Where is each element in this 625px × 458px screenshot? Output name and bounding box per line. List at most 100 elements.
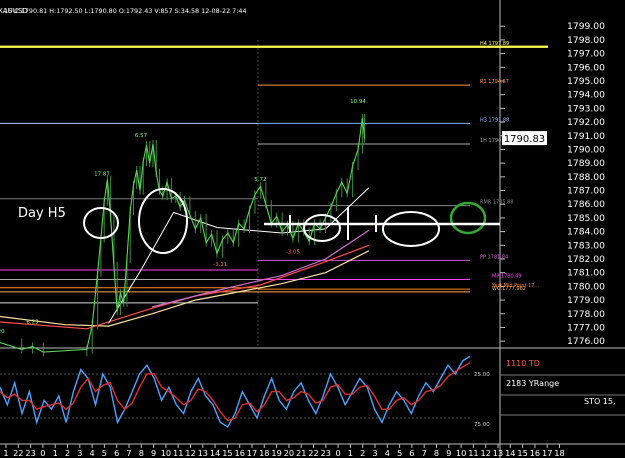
oscillator-level-75: 75.00 — [474, 422, 490, 428]
time-tick-label: 7 — [422, 448, 427, 458]
time-tick-label: 22 — [13, 448, 23, 458]
time-tick-label: 19 — [271, 448, 281, 458]
time-tick-label: 2 — [65, 448, 70, 458]
time-tick-label: 4 — [385, 448, 390, 458]
time-tick-label: 6 — [409, 448, 414, 458]
price-tick-label: 1779.00 — [567, 295, 605, 306]
time-tick-label: 3 — [77, 448, 82, 458]
time-tick-label: 23 — [25, 448, 35, 458]
price-tick-label: 1792.00 — [567, 117, 605, 128]
oscillator-label-td: 1110 TD — [506, 359, 540, 368]
time-tick-label: 18 — [554, 448, 564, 458]
time-tick-label: 22 — [308, 448, 318, 458]
price-swing-label: -3.11 — [213, 262, 227, 268]
price-swing-label: -3.05 — [286, 250, 301, 256]
moving-average-red — [0, 244, 370, 330]
time-tick-label: 20 — [284, 448, 294, 458]
time-tick-label: 8 — [139, 448, 144, 458]
time-tick-label: 9 — [151, 448, 156, 458]
pivot-level-label: RMR 1785.88 — [480, 200, 514, 206]
price-tick-label: 1798.00 — [567, 35, 605, 46]
time-tick-label: 1 — [3, 448, 8, 458]
time-tick-label: 16 — [530, 448, 540, 458]
price-tick-label: 1797.00 — [567, 49, 605, 60]
time-tick-label: 15 — [517, 448, 527, 458]
time-tick-label: 6 — [114, 448, 119, 458]
price-tick-label: 1787.00 — [567, 186, 605, 197]
time-tick-label: 14 — [505, 448, 515, 458]
pivot-level-label: PP 1781.84 — [480, 254, 508, 260]
time-tick-label: 4 — [89, 448, 94, 458]
time-tick-label: 18 — [259, 448, 269, 458]
time-tick-label: 14 — [210, 448, 220, 458]
price-swing-label: 6.57 — [135, 133, 148, 139]
time-tick-label: 23 — [321, 448, 331, 458]
price-tick-label: 1794.00 — [567, 90, 605, 101]
price-tick-label: 1783.00 — [567, 240, 605, 251]
time-tick-label: 5 — [102, 448, 107, 458]
price-tick-label: 1796.00 — [567, 62, 605, 73]
time-tick-label: 1 — [348, 448, 353, 458]
price-tick-label: 1791.00 — [567, 131, 605, 142]
annotation-circle-green — [449, 201, 487, 235]
time-tick-label: 7 — [126, 448, 131, 458]
price-tick-label: 1776.00 — [567, 336, 605, 347]
price-tick-label: 1789.00 — [567, 158, 605, 169]
time-tick-label: 16 — [234, 448, 244, 458]
annotation-layer — [83, 188, 500, 254]
time-tick-label: 11 — [468, 448, 478, 458]
time-tick-label: 0 — [40, 448, 45, 458]
price-tick-label: 1778.00 — [567, 309, 605, 320]
price-tick-label: 1788.00 — [567, 172, 605, 183]
price-tick-label: 1795.00 — [567, 76, 605, 87]
price-swing-label: 6.23 — [26, 319, 39, 325]
header-readout: 15 C:1790.81 H:1792.50 L:1790.80 O:1792.… — [4, 7, 247, 15]
price-swing-label: 10.94 — [350, 99, 366, 105]
time-tick-label: 17 — [542, 448, 552, 458]
time-tick-label: 10 — [456, 448, 466, 458]
time-tick-label: 17 — [247, 448, 257, 458]
annotation-day-h5: Day H5 — [18, 206, 66, 221]
price-swing-label: 17.87 — [94, 171, 110, 177]
pivot-level-label: WC:1777.982 — [492, 286, 526, 292]
time-tick-label: 9 — [446, 448, 451, 458]
pivot-level-label: MP 1780.49 — [492, 274, 522, 280]
price-tick-label: 1780.00 — [567, 281, 605, 292]
price-tick-label: 1784.00 — [567, 227, 605, 238]
oscillator-label-yrange: 2183 YRange — [506, 379, 559, 388]
time-tick-label: 5 — [397, 448, 402, 458]
price-line — [0, 117, 366, 353]
time-tick-label: 12 — [480, 448, 490, 458]
time-tick-label: 1 — [53, 448, 58, 458]
price-tick-label: 1793.00 — [567, 103, 605, 114]
price-tick-label: 1799.00 — [567, 21, 605, 32]
time-tick-label: 21 — [296, 448, 306, 458]
pivot-level-label: H3 1791.88 — [480, 117, 509, 123]
price-tick-label: 1781.00 — [567, 268, 605, 279]
price-tick-label: 1777.00 — [567, 322, 605, 333]
moving-average-magenta — [151, 229, 370, 308]
price-swing-label: 20 — [0, 329, 5, 335]
time-tick-label: 13 — [493, 448, 503, 458]
oscillator-level-25: 25.00 — [474, 372, 490, 378]
price-swing-label: 5.72 — [254, 177, 266, 183]
price-tick-label: 1785.00 — [567, 213, 605, 224]
current-price-label: 1790.83 — [504, 134, 545, 145]
stochastic-k-line — [0, 355, 471, 428]
price-tick-label: 1782.00 — [567, 254, 605, 265]
time-tick-label: 12 — [185, 448, 195, 458]
price-tick-label: 1790.00 — [567, 144, 605, 155]
time-tick-label: 3 — [372, 448, 377, 458]
oscillator-label-sto: STO 15, — [584, 397, 616, 406]
time-tick-label: 13 — [198, 448, 208, 458]
time-tick-label: 0 — [335, 448, 340, 458]
price-chart: XAUUSD 15 C:1790.81 H:1792.50 L:1790.80 … — [0, 0, 625, 458]
moving-average-long — [0, 250, 370, 327]
time-tick-label: 2 — [360, 448, 365, 458]
time-tick-label: 8 — [434, 448, 439, 458]
price-tick-label: 1786.00 — [567, 199, 605, 210]
time-tick-label: 11 — [173, 448, 183, 458]
annotation-circle-consolidation-2 — [382, 211, 440, 247]
time-tick-label: 15 — [222, 448, 232, 458]
time-tick-label: 10 — [161, 448, 171, 458]
